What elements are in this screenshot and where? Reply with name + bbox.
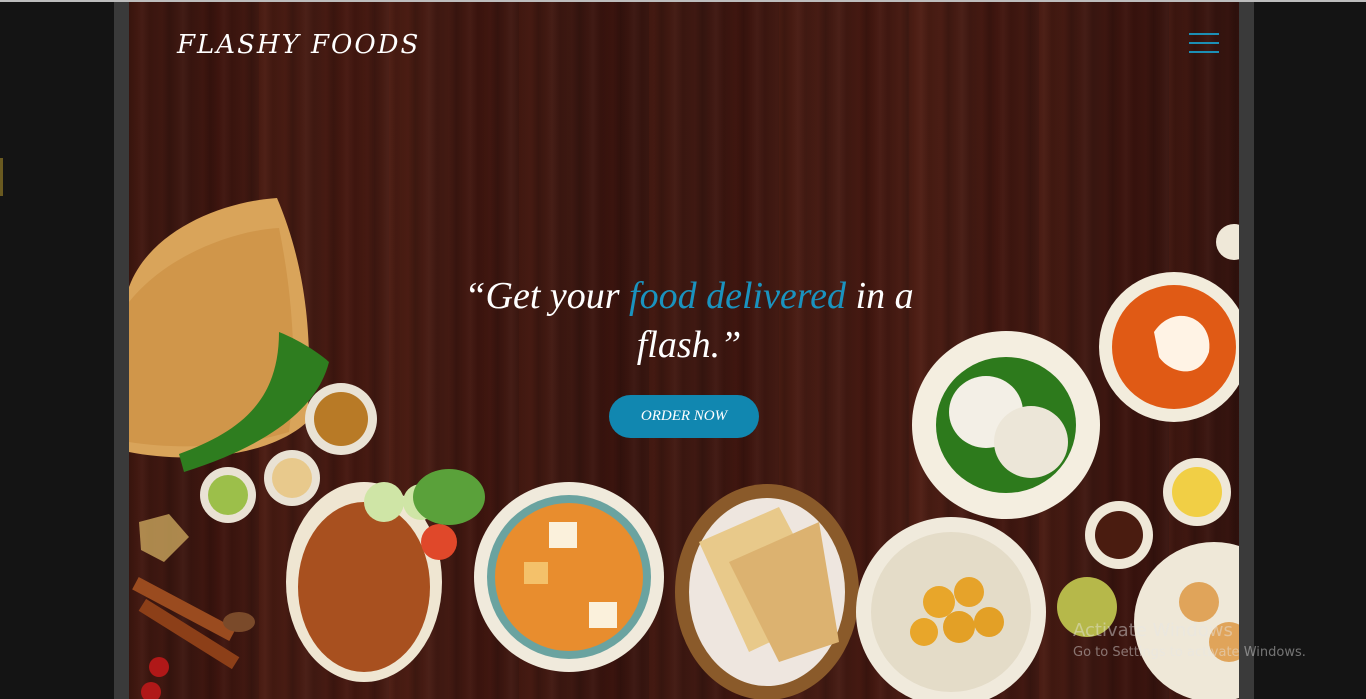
naan-basket-image <box>675 484 859 699</box>
hamburger-line <box>1189 42 1219 44</box>
page-left-gutter <box>114 2 129 699</box>
aloo-plate-image <box>856 517 1046 699</box>
spices-image <box>132 514 255 699</box>
watermark-subtitle: Go to Settings to activate Windows. <box>1073 645 1306 660</box>
tagline-start: “Get your <box>464 275 630 317</box>
paneer-curry-bowl-image <box>474 482 664 672</box>
soup-bowl-image <box>1099 272 1239 422</box>
tagline-highlight: food delivered <box>629 275 847 317</box>
hamburger-line <box>1189 33 1219 35</box>
dosa-image <box>129 198 329 472</box>
hamburger-line <box>1189 51 1219 53</box>
desktop: FLASHY FOODS “Get your food delivered in… <box>0 0 1366 699</box>
biryani-plate-image <box>286 469 485 682</box>
page-right-gutter <box>1239 2 1254 699</box>
watermark-title: Activate Windows <box>1073 620 1233 641</box>
windows-activation-watermark: Activate Windows Go to Settings to activ… <box>1073 620 1306 660</box>
brand-logo[interactable]: FLASHY FOODS <box>177 30 420 60</box>
order-now-button[interactable]: ORDER NOW <box>609 395 759 438</box>
left-edge-marker <box>0 158 3 196</box>
hamburger-menu-icon[interactable] <box>1189 32 1221 56</box>
landing-page: FLASHY FOODS “Get your food delivered in… <box>129 2 1239 699</box>
hero-tagline: “Get your food delivered in a flash.” <box>434 272 944 370</box>
